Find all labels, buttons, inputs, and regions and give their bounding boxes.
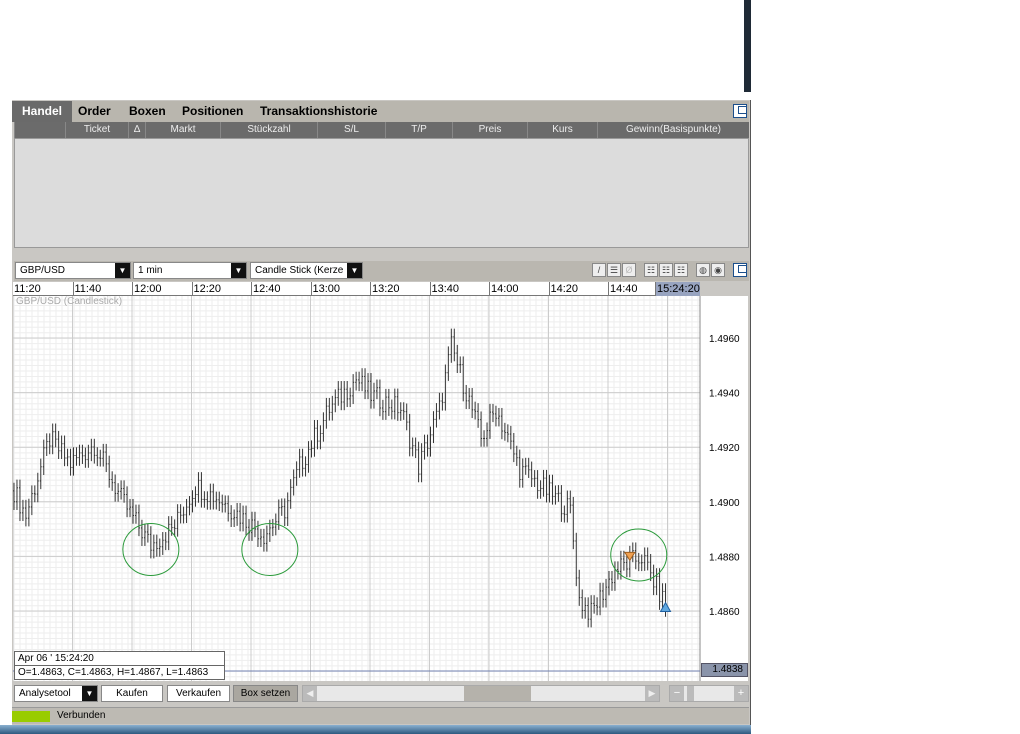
time-label: 13:20	[370, 282, 430, 296]
buy-button[interactable]: Kaufen	[101, 685, 163, 702]
connection-status: Verbunden	[57, 710, 106, 721]
info-date: Apr 06 ' 15:24:20	[15, 652, 224, 666]
scroll-thumb[interactable]	[464, 686, 531, 701]
grid-2-icon[interactable]: ☷	[659, 263, 673, 277]
current-time-label: 15:24:20	[655, 282, 700, 296]
chevron-down-icon[interactable]: ▼	[82, 686, 97, 701]
col-sl[interactable]: S/L	[317, 122, 385, 138]
box-set-button[interactable]: Box setzen	[233, 685, 298, 702]
horizontal-line-icon[interactable]: ☰	[607, 263, 621, 277]
table-body	[14, 138, 749, 248]
chart-toolbar: GBP/USD ▼ 1 min ▼ Candle Stick (Kerze ▼ / ☰…	[14, 261, 749, 281]
y-tick-label: 1.4900	[709, 498, 740, 509]
interval-select[interactable]: 1 min ▼	[133, 262, 247, 279]
sell-button[interactable]: Verkaufen	[167, 685, 230, 702]
y-tick-label: 1.4860	[709, 607, 740, 618]
time-scrollbar[interactable]: ◀ ▶	[302, 685, 660, 702]
tab-boxen[interactable]: Boxen	[119, 101, 176, 122]
analysis-tool-select[interactable]: Analysetool ▼	[14, 685, 98, 702]
time-label: 14:20	[548, 282, 609, 296]
chart-svg: 1.4960 1.4940 1.4920 1.4900 1.4880 1.4860	[12, 296, 740, 681]
chevron-down-icon[interactable]: ▼	[115, 263, 130, 278]
tab-positionen[interactable]: Positionen	[172, 101, 253, 122]
popout-icon[interactable]	[733, 104, 747, 118]
tab-handel[interactable]: Handel	[12, 101, 73, 122]
chart-title: GBP/USD (Candlestick)	[16, 296, 123, 307]
time-label: 12:40	[251, 282, 311, 296]
info-ohlc: O=1.4863, C=1.4863, H=1.4867, L=1.4863	[18, 667, 209, 678]
zoom-minus-icon[interactable]: −	[670, 686, 684, 701]
tab-order[interactable]: Order	[68, 101, 121, 122]
chart-popout-icon[interactable]	[733, 263, 747, 277]
erase-icon[interactable]: Ø	[622, 263, 636, 277]
scroll-right-icon[interactable]: ▶	[645, 686, 659, 701]
time-label: 14:00	[489, 282, 549, 296]
col-kurs[interactable]: Kurs	[527, 122, 597, 138]
status-bar: Verbunden	[12, 707, 749, 724]
taskbar	[0, 725, 751, 734]
zoom-in-icon[interactable]: ◍	[696, 263, 710, 277]
table-header: Ticket ∆ Markt Stückzahl S/L T/P Preis K…	[14, 122, 749, 138]
zoom-out-icon[interactable]: ◉	[711, 263, 725, 277]
analysis-tool-label: Analysetool	[19, 688, 71, 699]
time-label: 11:20	[14, 283, 41, 295]
symbol-value: GBP/USD	[20, 265, 66, 276]
time-label: 13:40	[429, 282, 490, 296]
ohlc-info-box: Apr 06 ' 15:24:20 O=1.4863, C=1.4863, H=…	[14, 651, 225, 680]
current-price-label: 1.4838	[701, 663, 748, 677]
col-preis[interactable]: Preis	[452, 122, 527, 138]
time-label: 13:00	[310, 282, 371, 296]
sort-icon[interactable]: ∆	[128, 122, 145, 138]
interval-value: 1 min	[138, 265, 163, 276]
chevron-down-icon[interactable]: ▼	[231, 263, 246, 278]
zoom-thumb[interactable]	[687, 686, 694, 701]
time-label: 12:20	[191, 282, 252, 296]
col-ticket[interactable]: Ticket	[65, 122, 128, 138]
tab-bar: Handel Order Boxen Positionen Transaktio…	[12, 101, 749, 122]
y-tick-label: 1.4920	[709, 443, 740, 454]
connection-indicator	[12, 711, 50, 722]
window-edge	[744, 0, 751, 92]
chart-type-select[interactable]: Candle Stick (Kerze ▼	[250, 262, 363, 279]
chart-type-value: Candle Stick (Kerze	[255, 265, 344, 276]
time-label: 12:00	[132, 282, 192, 296]
tab-transaktionshistorie[interactable]: Transaktionshistorie	[250, 101, 387, 122]
col-markt[interactable]: Markt	[145, 122, 220, 138]
zoom-slider[interactable]: − +	[669, 685, 749, 702]
chevron-down-icon[interactable]: ▼	[347, 263, 362, 278]
symbol-select[interactable]: GBP/USD ▼	[15, 262, 131, 279]
col-stueckzahl[interactable]: Stückzahl	[220, 122, 317, 138]
zoom-plus-icon[interactable]: +	[734, 686, 748, 701]
y-tick-label: 1.4940	[709, 389, 740, 400]
col-gewinn[interactable]: Gewinn(Basispunkte)	[597, 122, 749, 138]
grid-3-icon[interactable]: ☷	[674, 263, 688, 277]
col-blank	[14, 122, 65, 138]
y-tick-label: 1.4880	[709, 552, 740, 563]
line-tool-icon[interactable]: /	[592, 263, 606, 277]
time-label: 11:40	[72, 282, 133, 296]
grid-1-icon[interactable]: ☷	[644, 263, 658, 277]
y-tick-label: 1.4960	[709, 334, 740, 345]
bottom-toolbar: Analysetool ▼ Kaufen Verkaufen Box setzen…	[14, 684, 749, 703]
trading-app: Handel Order Boxen Positionen Transaktio…	[12, 100, 751, 725]
time-axis: 11:20 11:40 12:00 12:20 12:40 13:00 13:20 13:40…	[13, 282, 700, 296]
price-chart[interactable]: 1.4960 1.4940 1.4920 1.4900 1.4880 1.4860 GBP…	[12, 296, 748, 681]
scroll-left-icon[interactable]: ◀	[303, 686, 317, 701]
col-tp[interactable]: T/P	[385, 122, 452, 138]
